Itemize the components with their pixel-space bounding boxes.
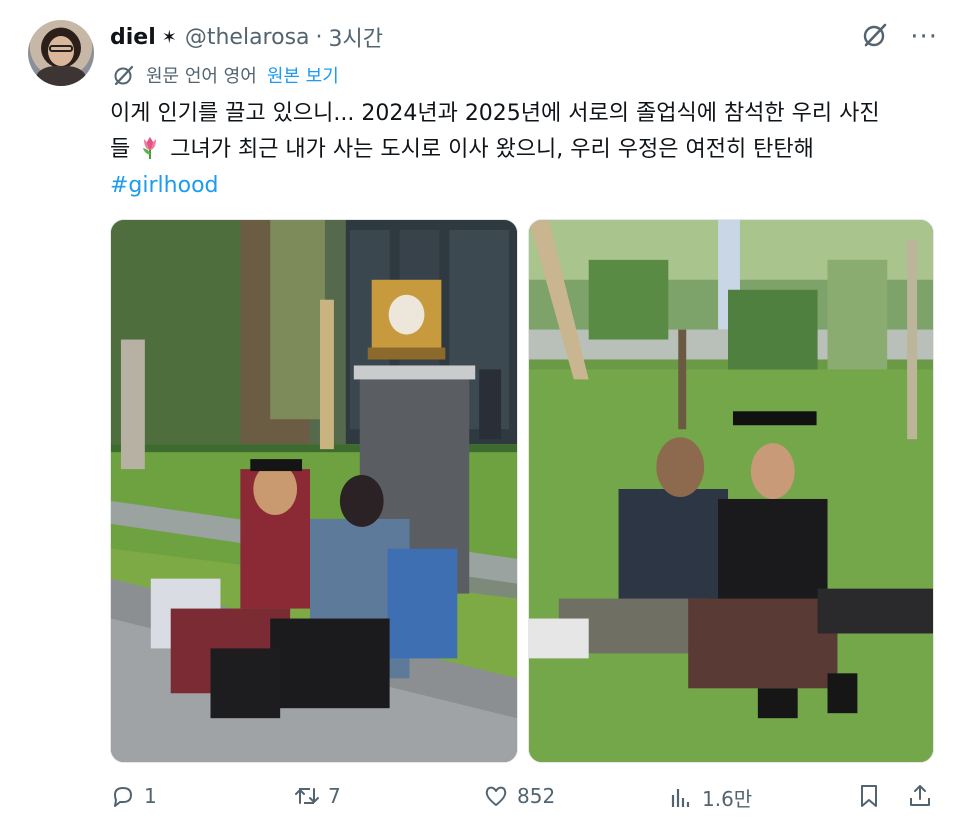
tweet-line-1: 이게 인기를 끌고 있으니... 2024년과 2025년에 서로의 졸업식에 … (110, 101, 880, 126)
retweet-count: 7 (328, 784, 341, 808)
header-actions: ··· (860, 20, 938, 54)
tweet-header: diel ✶ @thelarosa · 3시간 (110, 21, 383, 53)
retweet-icon (295, 788, 319, 804)
display-name[interactable]: diel (110, 25, 156, 50)
retweet-button[interactable]: 7 (294, 783, 341, 809)
tweet-line-2-end: 그녀가 최근 내가 사는 도시로 이사 왔으니, 우리 우정은 여전히 탄탄해 (170, 137, 814, 162)
tweet-line-2: 들 그녀가 최근 내가 사는 도시로 이사 왔으니, 우리 우정은 여전히 탄탄… (110, 132, 940, 168)
views-button[interactable]: 1.6만 (668, 783, 752, 812)
hashtag-link[interactable]: #girlhood (110, 168, 940, 204)
show-original-link[interactable]: 원본 보기 (267, 62, 339, 88)
action-bar: 1 7 852 1.6만 (110, 783, 940, 823)
translation-row: 원문 언어 영어 원본 보기 (112, 62, 339, 88)
photo-left[interactable] (110, 219, 518, 763)
tweet-text: 이게 인기를 끌고 있으니... 2024년과 2025년에 서로의 졸업식에 … (110, 96, 940, 204)
bookmark-button[interactable] (856, 783, 890, 809)
reply-button[interactable]: 1 (110, 783, 157, 809)
avatar[interactable] (28, 20, 94, 86)
post-time[interactable]: 3시간 (329, 21, 383, 53)
separator-dot: · (315, 24, 323, 50)
grok-icon[interactable] (860, 20, 890, 54)
grok-translate-icon (114, 65, 134, 86)
like-count: 852 (517, 784, 556, 808)
reply-count: 1 (144, 784, 157, 808)
badge-icon: ✶ (161, 26, 177, 48)
reply-icon (114, 787, 132, 807)
tweet-line-2-start: 들 (110, 137, 131, 162)
heart-icon (485, 786, 507, 806)
more-options-icon[interactable]: ··· (910, 24, 938, 50)
translation-label: 원문 언어 영어 (146, 66, 257, 87)
share-button[interactable] (907, 783, 941, 809)
views-count: 1.6만 (702, 787, 753, 811)
analytics-icon (671, 788, 690, 807)
like-button[interactable]: 852 (483, 783, 555, 809)
photo-right[interactable] (528, 219, 934, 763)
tulip-emoji-icon (143, 137, 157, 159)
share-icon (910, 785, 930, 806)
user-handle[interactable]: @thelarosa (185, 25, 310, 50)
bookmark-icon (861, 785, 877, 807)
